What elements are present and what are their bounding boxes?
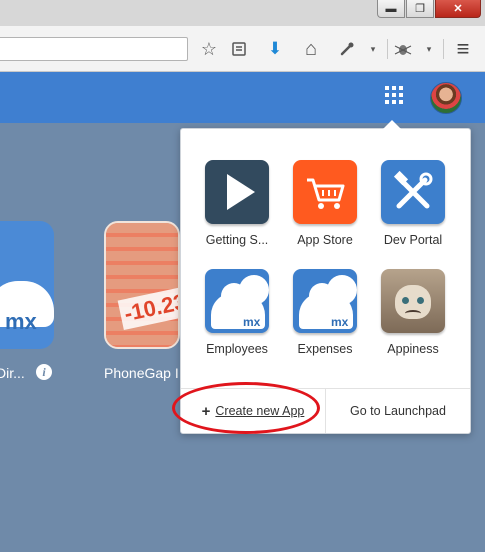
- app-label: Employees: [206, 342, 268, 356]
- url-bar[interactable]: [0, 37, 188, 61]
- mx-cloud-icon[interactable]: mx: [0, 221, 54, 349]
- app-getting-started[interactable]: Getting S...: [194, 160, 280, 247]
- mx-cloud-icon: mx: [205, 269, 269, 333]
- app-dev-portal[interactable]: Dev Portal: [370, 160, 456, 247]
- home-icon[interactable]: ⌂: [300, 38, 322, 60]
- maximize-button[interactable]: ❐: [406, 0, 434, 18]
- app-app-store[interactable]: App Store: [282, 160, 368, 247]
- download-icon[interactable]: ⬇: [264, 38, 286, 60]
- mx-cloud-icon: mx: [293, 269, 357, 333]
- create-new-app-label: Create new App: [215, 404, 305, 418]
- play-icon: [205, 160, 269, 224]
- apps-grid-icon[interactable]: [385, 86, 405, 106]
- avatar[interactable]: [430, 82, 462, 114]
- reading-list-icon[interactable]: [228, 38, 250, 60]
- app-expenses[interactable]: mx Expenses: [282, 269, 368, 356]
- app-appiness[interactable]: Appiness: [370, 269, 456, 356]
- browser-toolbar: ☆ ⬇ ⌂ ▾ ▾ ≡: [0, 26, 485, 72]
- tile-label-phonegap: PhoneGap I: [104, 365, 179, 381]
- dropper-dropdown-icon[interactable]: ▾: [362, 38, 384, 60]
- go-to-launchpad-label: Go to Launchpad: [350, 404, 446, 418]
- mx-badge: mx: [331, 315, 349, 329]
- create-new-app-button[interactable]: + Create new App: [181, 389, 326, 433]
- toolbar-divider: [387, 39, 388, 59]
- cart-icon: [293, 160, 357, 224]
- app-label: Getting S...: [205, 233, 269, 247]
- info-icon[interactable]: i: [36, 364, 52, 380]
- tile-label-directory: Dir...: [0, 365, 25, 381]
- app-label: App Store: [297, 233, 353, 247]
- popup-caret: [383, 120, 401, 129]
- app-header: [0, 72, 485, 123]
- app-employees[interactable]: mx Employees: [194, 269, 280, 356]
- star-icon[interactable]: ☆: [198, 38, 220, 60]
- stock-chart-icon[interactable]: -10.23: [104, 221, 180, 349]
- tools-icon: [381, 160, 445, 224]
- app-launcher-popup: Getting S... App Store Dev Portal mx Emp…: [180, 120, 471, 434]
- firebug-dropdown-icon[interactable]: ▾: [418, 38, 440, 60]
- app-label: Dev Portal: [383, 233, 443, 247]
- dropper-icon[interactable]: [336, 38, 358, 60]
- plus-icon: +: [201, 402, 211, 420]
- chart-stripes: [106, 223, 178, 347]
- close-button[interactable]: ✕: [435, 0, 481, 18]
- mx-badge: mx: [243, 315, 261, 329]
- grumpy-cat-icon: [381, 269, 445, 333]
- toolbar-divider: [443, 39, 444, 59]
- go-to-launchpad-button[interactable]: Go to Launchpad: [326, 389, 470, 433]
- minimize-button[interactable]: ▬: [377, 0, 405, 18]
- mx-badge: mx: [5, 309, 37, 334]
- firebug-icon[interactable]: [392, 38, 414, 60]
- window-controls: ▬ ❐ ✕: [377, 0, 481, 20]
- app-label: Appiness: [387, 342, 439, 356]
- menu-icon[interactable]: ≡: [452, 36, 474, 61]
- app-label: Expenses: [297, 342, 353, 356]
- popup-footer: + Create new App Go to Launchpad: [181, 388, 470, 433]
